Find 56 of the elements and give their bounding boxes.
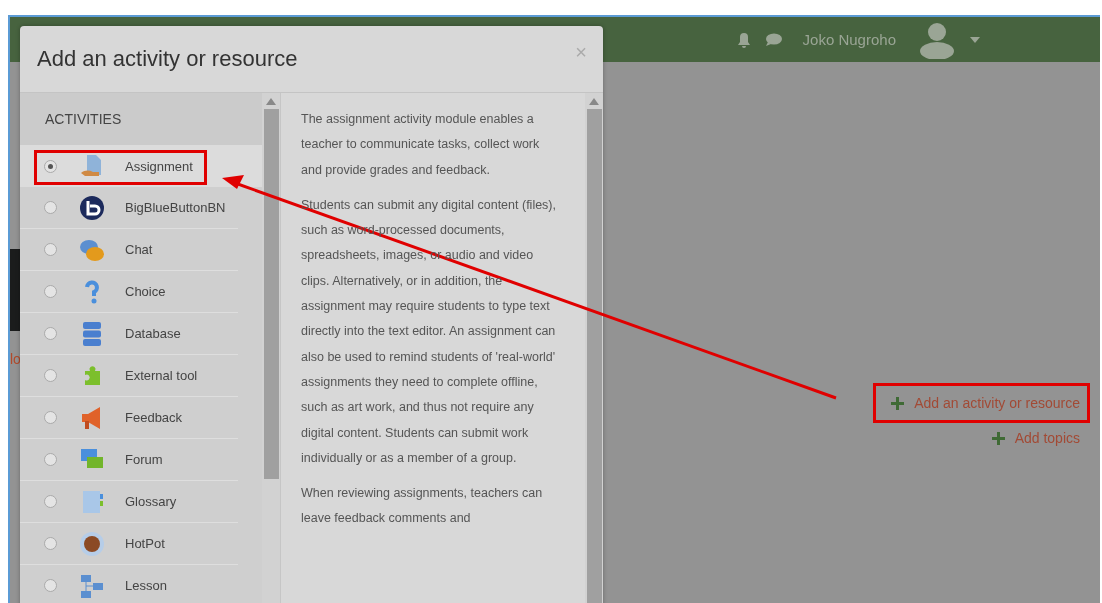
chat-icon[interactable] bbox=[764, 32, 783, 47]
speech-bubbles-icon bbox=[80, 239, 104, 261]
activity-item[interactable]: Chat bbox=[20, 229, 238, 271]
radio-button[interactable] bbox=[44, 285, 57, 298]
activity-item[interactable]: Feedback bbox=[20, 397, 238, 439]
activity-label: Feedback bbox=[125, 410, 183, 425]
activity-item[interactable]: Database bbox=[20, 313, 238, 355]
radio-button[interactable] bbox=[44, 495, 57, 508]
description-paragraph: The assignment activity module enables a teacher to communicate tasks, collect work and provide grades and feedback. bbox=[301, 111, 541, 179]
activity-label: Lesson bbox=[125, 578, 167, 593]
activity-label: External tool bbox=[125, 368, 198, 383]
radio-button[interactable] bbox=[44, 411, 57, 424]
activity-item[interactable]: External tool bbox=[20, 355, 238, 397]
activity-item[interactable]: HotPot bbox=[20, 523, 238, 565]
activity-label: BigBlueButtonBN bbox=[125, 200, 226, 215]
question-mark-icon bbox=[85, 280, 99, 303]
caret-icon[interactable] bbox=[970, 36, 980, 43]
activity-label: Forum bbox=[125, 452, 163, 467]
activity-label: Database bbox=[125, 326, 181, 341]
activity-label: HotPot bbox=[125, 536, 165, 551]
avatar-icon[interactable] bbox=[918, 20, 956, 59]
radio-button[interactable] bbox=[44, 579, 57, 592]
activity-item[interactable]: Choice bbox=[20, 271, 238, 313]
book-icon bbox=[83, 490, 103, 513]
radio-button[interactable] bbox=[44, 243, 57, 256]
dialog-title: Add an activity or resource bbox=[37, 46, 298, 72]
section-heading: ACTIVITIES bbox=[20, 93, 262, 145]
radio-button[interactable] bbox=[44, 453, 57, 466]
activity-label: Assignment bbox=[125, 158, 193, 174]
activity-label: Choice bbox=[125, 284, 166, 299]
scroll-up-icon[interactable] bbox=[266, 98, 276, 105]
letter-b-icon bbox=[80, 195, 104, 220]
chat-bubbles-icon bbox=[81, 448, 103, 468]
radio-button[interactable] bbox=[44, 369, 57, 382]
flowchart-icon bbox=[81, 574, 103, 598]
database-icon bbox=[83, 321, 101, 346]
activity-label: Glossary bbox=[125, 494, 177, 509]
activity-item[interactable]: Forum bbox=[20, 439, 238, 481]
activity-item[interactable]: BigBlueButtonBN bbox=[20, 187, 238, 229]
scroll-up-icon[interactable] bbox=[589, 98, 599, 105]
radio-button[interactable] bbox=[44, 201, 57, 214]
description-paragraph: When reviewing assignments, teachers can leave feedback comments and bbox=[301, 485, 544, 528]
bell-icon[interactable] bbox=[736, 31, 751, 48]
plus-icon bbox=[891, 396, 905, 410]
text-fragment: lo bbox=[10, 351, 22, 367]
megaphone-icon bbox=[82, 406, 100, 429]
radio-button[interactable] bbox=[44, 327, 57, 340]
document-icon bbox=[81, 155, 101, 176]
plus-icon bbox=[991, 431, 1005, 445]
radio-button[interactable] bbox=[44, 159, 57, 173]
radio-button[interactable] bbox=[44, 537, 57, 550]
activity-label: Chat bbox=[125, 242, 153, 257]
activity-item[interactable]: Glossary bbox=[20, 481, 238, 523]
activity-item[interactable]: Lesson bbox=[20, 565, 238, 603]
scrollbar[interactable] bbox=[585, 93, 603, 603]
puzzle-icon bbox=[85, 365, 100, 385]
